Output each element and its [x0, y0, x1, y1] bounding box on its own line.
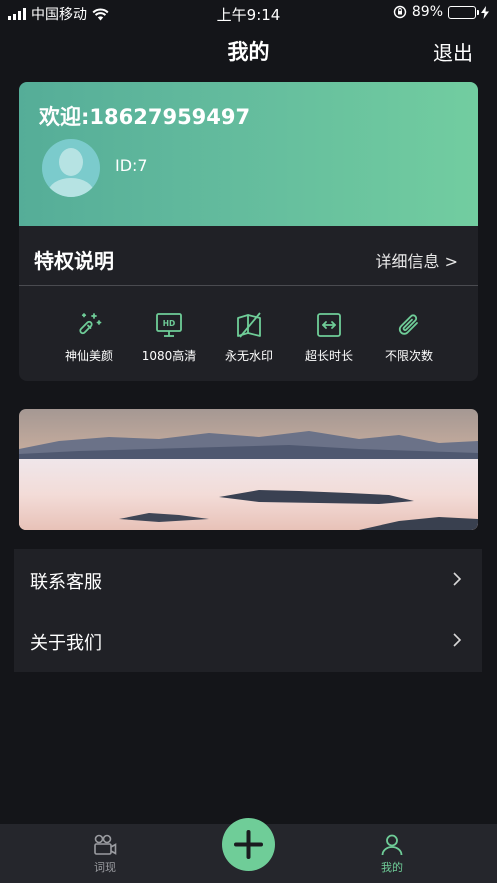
- plus-icon: [234, 830, 263, 859]
- menu-item-about-us[interactable]: 关于我们: [14, 610, 482, 671]
- divider: [19, 285, 478, 286]
- battery-percent: 89%: [411, 4, 443, 20]
- menu-item-customer-service[interactable]: 联系客服: [14, 549, 482, 610]
- tab-label: 我的: [381, 861, 403, 874]
- privilege-item-unlimited: 不限次数: [369, 312, 449, 364]
- paperclip-icon: [398, 314, 418, 335]
- person-icon: [381, 834, 403, 856]
- landscape-image: [19, 409, 478, 530]
- magic-wand-icon: [79, 313, 102, 335]
- privilege-label: 永无水印: [224, 349, 273, 363]
- user-card: 欢迎:18627959497 ID:7: [19, 82, 478, 226]
- menu-item-label: 关于我们: [30, 633, 102, 654]
- svg-text:HD: HD: [163, 319, 176, 328]
- user-id: ID:7: [115, 156, 148, 175]
- chevron-right-icon: [453, 633, 462, 647]
- chevron-right-icon: [453, 572, 462, 586]
- nav-bar: 我的 退出: [0, 26, 497, 76]
- page-title: 我的: [227, 40, 270, 64]
- privilege-item-duration: 超长时长: [289, 312, 369, 364]
- privilege-item-watermark: 永无水印: [209, 312, 289, 364]
- banner-image[interactable]: [19, 409, 478, 530]
- hd-monitor-icon: HD: [156, 313, 182, 337]
- privilege-label: 不限次数: [384, 349, 433, 363]
- settings-menu: 联系客服 关于我们: [14, 549, 482, 672]
- privilege-label: 神仙美颜: [64, 349, 113, 363]
- expand-time-icon: [317, 313, 341, 337]
- battery-icon: [448, 5, 479, 19]
- privilege-label: 1080高清: [141, 349, 197, 363]
- no-watermark-icon: [237, 312, 261, 338]
- tab-mine[interactable]: 我的: [342, 824, 442, 883]
- privilege-title: 特权说明: [34, 249, 114, 273]
- tab-ciyin[interactable]: 词现: [55, 824, 155, 883]
- status-bar: 中国移动 上午9:14 89%: [0, 0, 497, 26]
- charging-icon: [481, 5, 489, 19]
- privilege-section: 特权说明 详细信息 > 神仙美颜 HD 1080高清 永无水印 超长时长 不限次…: [19, 226, 478, 381]
- privilege-item-hd: HD 1080高清: [129, 312, 209, 364]
- welcome-text: 欢迎:18627959497: [39, 105, 251, 129]
- menu-item-label: 联系客服: [30, 572, 102, 593]
- avatar[interactable]: [42, 139, 100, 197]
- tab-label: 词现: [94, 861, 116, 874]
- camera-people-icon: [94, 834, 117, 855]
- privilege-item-beauty: 神仙美颜: [49, 312, 129, 364]
- logout-button[interactable]: 退出: [433, 37, 473, 66]
- privilege-label: 超长时长: [304, 349, 353, 363]
- status-right: 89%: [393, 4, 489, 20]
- orientation-lock-icon: [393, 5, 407, 19]
- add-button[interactable]: [222, 818, 275, 871]
- details-link[interactable]: 详细信息 >: [376, 248, 459, 272]
